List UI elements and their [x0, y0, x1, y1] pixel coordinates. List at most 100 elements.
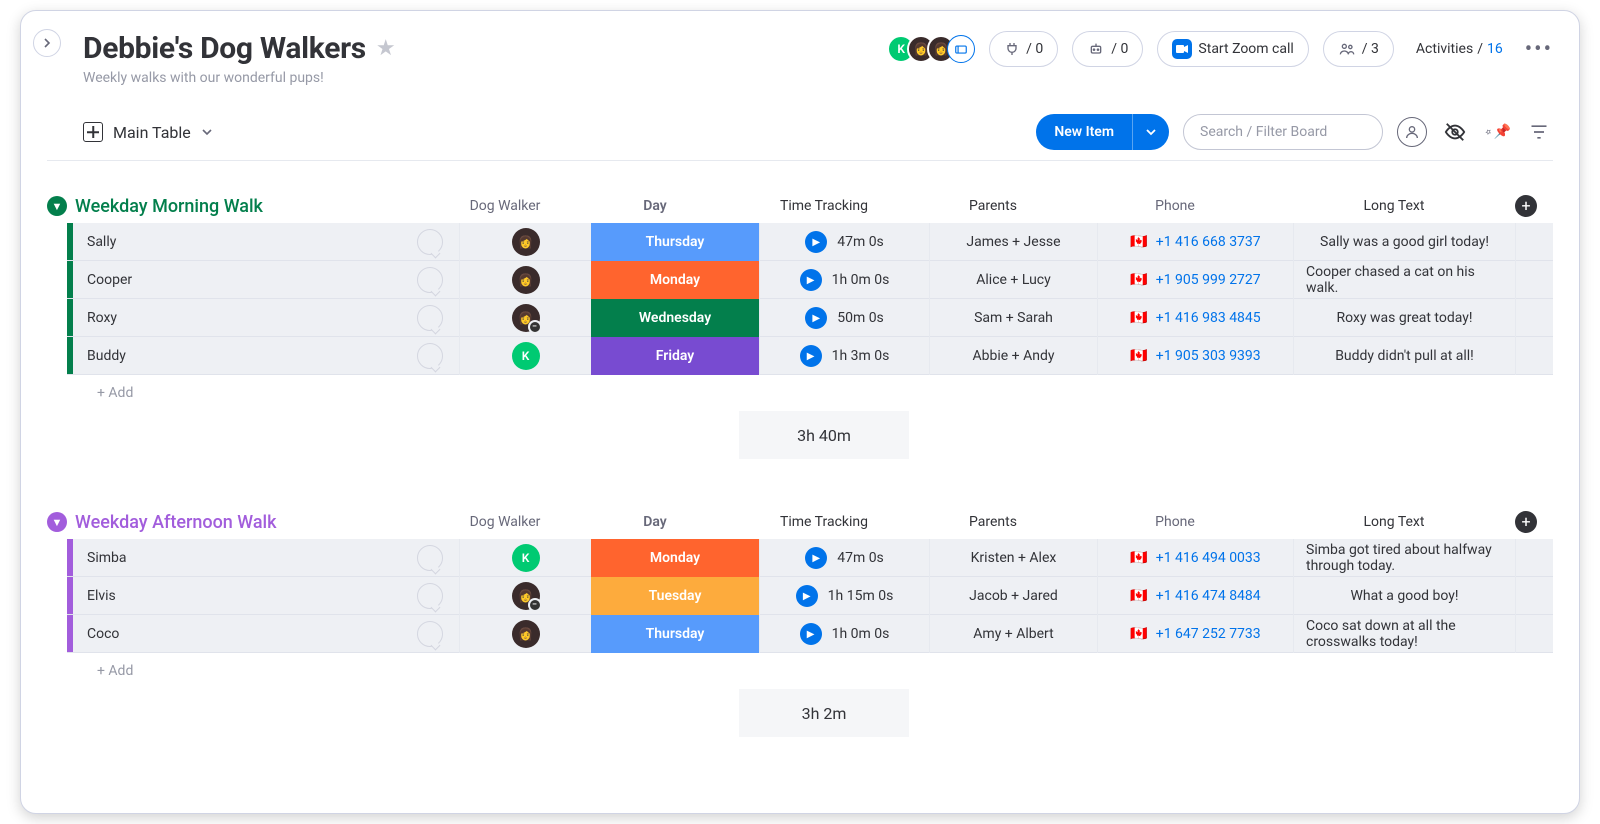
- walker-cell[interactable]: 👩−: [459, 299, 591, 337]
- phone-cell[interactable]: 🇨🇦 +1 905 999 2727: [1097, 261, 1293, 299]
- hide-icon[interactable]: [1441, 118, 1469, 146]
- item-name-cell[interactable]: Simba: [73, 539, 459, 576]
- time-cell[interactable]: ▶ 1h 15m 0s: [759, 577, 929, 615]
- chat-icon[interactable]: [417, 545, 443, 571]
- column-header-day[interactable]: Day: [571, 198, 739, 214]
- column-header-walker[interactable]: Dog Walker: [439, 514, 571, 530]
- parents-cell[interactable]: James + Jesse: [929, 223, 1097, 261]
- note-cell[interactable]: Coco sat down at all the crosswalks toda…: [1293, 615, 1515, 653]
- board-members[interactable]: K 👩 👩: [895, 35, 975, 63]
- time-cell[interactable]: ▶ 1h 3m 0s: [759, 337, 929, 375]
- play-icon[interactable]: ▶: [805, 547, 827, 569]
- day-cell[interactable]: Friday: [591, 337, 759, 375]
- chat-icon[interactable]: [417, 229, 443, 255]
- column-header-time[interactable]: Time Tracking: [739, 198, 909, 214]
- chat-icon[interactable]: [417, 621, 443, 647]
- new-item-button[interactable]: New Item: [1036, 114, 1169, 150]
- play-icon[interactable]: ▶: [805, 231, 827, 253]
- avatar[interactable]: K: [512, 342, 540, 370]
- avatar[interactable]: 👩: [512, 620, 540, 648]
- board-subtitle[interactable]: Weekly walks with our wonderful pups!: [83, 70, 396, 86]
- note-cell[interactable]: Sally was a good girl today!: [1293, 223, 1515, 261]
- item-name-cell[interactable]: Cooper: [73, 261, 459, 298]
- group-collapse-icon[interactable]: ▼: [47, 196, 67, 216]
- day-cell[interactable]: Tuesday: [591, 577, 759, 615]
- group-title[interactable]: Weekday Morning Walk: [75, 196, 263, 217]
- note-cell[interactable]: Simba got tired about halfway through to…: [1293, 539, 1515, 577]
- parents-cell[interactable]: Abbie + Andy: [929, 337, 1097, 375]
- day-cell[interactable]: Thursday: [591, 223, 759, 261]
- chat-icon[interactable]: [417, 305, 443, 331]
- day-cell[interactable]: Monday: [591, 539, 759, 577]
- parents-cell[interactable]: Jacob + Jared: [929, 577, 1097, 615]
- pin-icon[interactable]: 📌: [1483, 118, 1511, 146]
- filter-icon[interactable]: [1525, 118, 1553, 146]
- time-cell[interactable]: ▶ 1h 0m 0s: [759, 615, 929, 653]
- more-menu-icon[interactable]: •••: [1525, 37, 1553, 62]
- note-cell[interactable]: Roxy was great today!: [1293, 299, 1515, 337]
- note-cell[interactable]: Buddy didn't pull at all!: [1293, 337, 1515, 375]
- view-picker[interactable]: Main Table: [83, 122, 213, 142]
- item-name-cell[interactable]: Sally: [73, 223, 459, 260]
- play-icon[interactable]: ▶: [800, 269, 822, 291]
- item-name-cell[interactable]: Elvis: [73, 577, 459, 614]
- integrations-pill[interactable]: / 0: [989, 31, 1058, 67]
- avatar[interactable]: 👩−: [512, 582, 540, 610]
- time-cell[interactable]: ▶ 1h 0m 0s: [759, 261, 929, 299]
- play-icon[interactable]: ▶: [800, 345, 822, 367]
- column-header-walker[interactable]: Dog Walker: [439, 198, 571, 214]
- search-input[interactable]: Search / Filter Board: [1183, 114, 1383, 150]
- group-collapse-icon[interactable]: ▼: [47, 512, 67, 532]
- play-icon[interactable]: ▶: [796, 585, 818, 607]
- play-icon[interactable]: ▶: [800, 623, 822, 645]
- column-header-time[interactable]: Time Tracking: [739, 514, 909, 530]
- parents-cell[interactable]: Sam + Sarah: [929, 299, 1097, 337]
- add-item-button[interactable]: + Add: [73, 663, 133, 679]
- phone-cell[interactable]: 🇨🇦 +1 905 303 9393: [1097, 337, 1293, 375]
- add-column-button[interactable]: +: [1515, 195, 1537, 217]
- item-name-cell[interactable]: Coco: [73, 615, 459, 652]
- parents-cell[interactable]: Amy + Albert: [929, 615, 1097, 653]
- parents-cell[interactable]: Alice + Lucy: [929, 261, 1097, 299]
- column-header-note[interactable]: Long Text: [1273, 514, 1515, 530]
- phone-cell[interactable]: 🇨🇦 +1 416 668 3737: [1097, 223, 1293, 261]
- walker-cell[interactable]: 👩: [459, 615, 591, 653]
- avatar[interactable]: 👩−: [512, 304, 540, 332]
- chat-icon[interactable]: [417, 267, 443, 293]
- column-header-parents[interactable]: Parents: [909, 198, 1077, 214]
- avatar[interactable]: 👩: [512, 228, 540, 256]
- expand-sidebar-button[interactable]: [33, 29, 61, 57]
- column-header-phone[interactable]: Phone: [1077, 198, 1273, 214]
- favorite-star-icon[interactable]: ★: [376, 36, 396, 61]
- avatar[interactable]: K: [512, 544, 540, 572]
- phone-cell[interactable]: 🇨🇦 +1 416 983 4845: [1097, 299, 1293, 337]
- column-header-parents[interactable]: Parents: [909, 514, 1077, 530]
- day-cell[interactable]: Monday: [591, 261, 759, 299]
- avatar[interactable]: 👩: [512, 266, 540, 294]
- time-cell[interactable]: ▶ 50m 0s: [759, 299, 929, 337]
- chevron-down-icon[interactable]: [1133, 126, 1169, 138]
- play-icon[interactable]: ▶: [805, 307, 827, 329]
- item-name-cell[interactable]: Roxy: [73, 299, 459, 336]
- walker-cell[interactable]: K: [459, 337, 591, 375]
- column-header-note[interactable]: Long Text: [1273, 198, 1515, 214]
- parents-cell[interactable]: Kristen + Alex: [929, 539, 1097, 577]
- activities-link[interactable]: Activities / 16: [1408, 31, 1511, 67]
- zoom-button[interactable]: Start Zoom call: [1157, 31, 1308, 67]
- day-cell[interactable]: Wednesday: [591, 299, 759, 337]
- walker-cell[interactable]: K: [459, 539, 591, 577]
- phone-cell[interactable]: 🇨🇦 +1 647 252 7733: [1097, 615, 1293, 653]
- add-column-button[interactable]: +: [1515, 511, 1537, 533]
- time-cell[interactable]: ▶ 47m 0s: [759, 539, 929, 577]
- group-title[interactable]: Weekday Afternoon Walk: [75, 512, 277, 533]
- chat-icon[interactable]: [417, 583, 443, 609]
- board-title[interactable]: Debbie's Dog Walkers: [83, 31, 366, 66]
- item-name-cell[interactable]: Buddy: [73, 337, 459, 374]
- phone-cell[interactable]: 🇨🇦 +1 416 474 8484: [1097, 577, 1293, 615]
- walker-cell[interactable]: 👩: [459, 261, 591, 299]
- person-filter-icon[interactable]: [1397, 117, 1427, 147]
- members-pill[interactable]: / 3: [1323, 31, 1394, 67]
- column-header-day[interactable]: Day: [571, 514, 739, 530]
- automations-pill[interactable]: / 0: [1072, 31, 1143, 67]
- chat-icon[interactable]: [417, 343, 443, 369]
